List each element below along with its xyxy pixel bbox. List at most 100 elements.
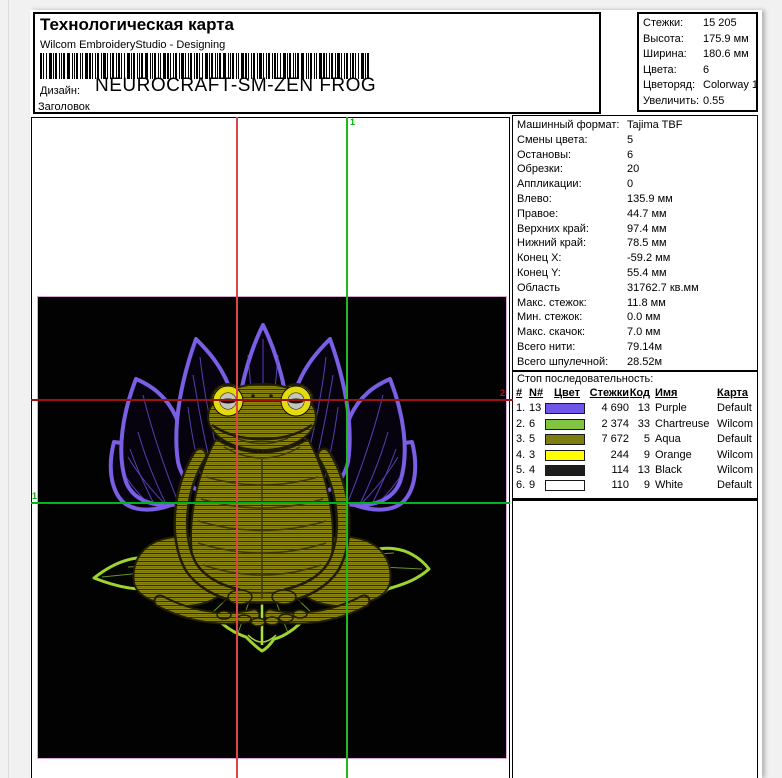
- machine-row: Верхних край: 97.4 мм: [513, 222, 757, 237]
- column-header: Стежки: [589, 386, 629, 401]
- stop-table-row: 3.57 6725AquaDefault: [513, 432, 757, 447]
- cell: 7 672: [589, 432, 629, 447]
- row-label: Обрезки:: [517, 162, 563, 177]
- guide-green-vertical: [346, 117, 348, 778]
- row-label: Всего шпулечной:: [517, 355, 608, 370]
- barcode-bar: [92, 53, 93, 79]
- design-preview-box: [31, 117, 510, 778]
- machine-row: Макс. скачок:7.0 мм: [513, 325, 757, 340]
- start-marker-top: 1: [350, 118, 355, 127]
- summary-row: Увеличить:0.55: [639, 94, 756, 110]
- color-cell: [545, 448, 589, 463]
- cell: 4: [529, 463, 545, 478]
- color-cell: [545, 432, 589, 447]
- cell: Default: [709, 432, 757, 447]
- cell: Purple: [650, 401, 709, 416]
- row-value: 6: [703, 63, 709, 79]
- row-value: 20: [627, 162, 639, 177]
- row-label: Влево:: [517, 192, 552, 207]
- cell: 3.: [516, 432, 529, 447]
- column-header: Карта: [709, 386, 757, 401]
- machine-row: Всего шпулечной:28.52м: [513, 355, 757, 370]
- row-value: -59.2 мм: [627, 251, 670, 266]
- barcode-bar: [63, 53, 65, 79]
- zen-frog-artwork: [38, 297, 506, 758]
- cell: 13: [629, 401, 650, 416]
- row-value: 79.14м: [627, 340, 662, 355]
- machine-row: Правое:44.7 мм: [513, 207, 757, 222]
- end-marker-right: 2: [500, 389, 505, 398]
- row-label: Макс. стежок:: [517, 296, 587, 311]
- cell: Orange: [650, 448, 709, 463]
- row-label: Область: [517, 281, 560, 296]
- row-label: Остановы:: [517, 148, 571, 163]
- row-value: 0: [627, 177, 633, 192]
- color-swatch: [545, 465, 585, 476]
- row-value: 15 205: [703, 16, 737, 32]
- summary-row: Цвета:6: [639, 63, 756, 79]
- machine-row: Смены цвета:5: [513, 133, 757, 148]
- row-value: 78.5 мм: [627, 236, 667, 251]
- barcode-bar: [49, 53, 52, 79]
- barcode-bar: [72, 53, 73, 79]
- header-box: Технологическая карта Wilcom EmbroideryS…: [33, 12, 601, 114]
- barcode-bar: [46, 53, 47, 79]
- frog-eye-left: [213, 386, 244, 417]
- color-cell: [545, 401, 589, 416]
- machine-row: Конец Y:55.4 мм: [513, 266, 757, 281]
- row-value: Colorway 1: [703, 78, 758, 94]
- barcode-bar: [80, 53, 81, 79]
- row-value: 175.9 мм: [703, 32, 749, 48]
- start-marker-left: 1: [32, 492, 37, 501]
- cell: 9: [629, 478, 650, 493]
- cell: 13: [529, 401, 545, 416]
- row-label: Конец X:: [517, 251, 561, 266]
- row-label: Стежки:: [643, 16, 683, 32]
- color-cell: [545, 417, 589, 432]
- column-header: Цвет: [545, 386, 589, 401]
- pane-edge: [8, 0, 9, 778]
- row-value: 31762.7 кв.мм: [627, 281, 699, 296]
- separator-thick: [513, 498, 757, 501]
- print-preview-stage: Технологическая карта Wilcom EmbroideryS…: [0, 0, 782, 778]
- row-value: 180.6 мм: [703, 47, 749, 63]
- color-swatch: [545, 450, 585, 461]
- cell: Default: [709, 401, 757, 416]
- cell: 4 690: [589, 401, 629, 416]
- app-subtitle: Wilcom EmbroideryStudio - Designing: [40, 39, 225, 51]
- stop-sequence-table: #N#ЦветСтежкиКодИмяКарта1.134 69013Purpl…: [513, 386, 757, 494]
- row-label: Увеличить:: [643, 94, 699, 110]
- row-value: 0.0 мм: [627, 310, 660, 325]
- machine-info: Машинный формат:Tajima TBFСмены цвета:5О…: [513, 116, 757, 370]
- cell: Default: [709, 478, 757, 493]
- machine-row: Обрезки: 20: [513, 162, 757, 177]
- cell: 5: [529, 432, 545, 447]
- info-panel: Машинный формат:Tajima TBFСмены цвета:5О…: [512, 115, 758, 778]
- cell: 5: [629, 432, 650, 447]
- cell: 110: [589, 478, 629, 493]
- cell: 1.: [516, 401, 529, 416]
- cell: Wilcom: [709, 417, 757, 432]
- summary-row: Стежки: 15 205: [639, 16, 756, 32]
- cell: 9: [529, 478, 545, 493]
- row-value: 97.4 мм: [627, 222, 667, 237]
- cell: 2.: [516, 417, 529, 432]
- row-value: 7.0 мм: [627, 325, 660, 340]
- color-cell: [545, 478, 589, 493]
- barcode-bar: [43, 53, 44, 79]
- barcode-bar: [85, 53, 88, 79]
- stop-table-row: 4.32449OrangeWilcom: [513, 448, 757, 463]
- guide-green-horizontal: [31, 502, 510, 504]
- column-header: Имя: [650, 386, 709, 401]
- guide-red-vertical: [236, 117, 238, 778]
- machine-row: Всего нити:79.14м: [513, 340, 757, 355]
- design-preview: [38, 297, 506, 758]
- cell: 6.: [516, 478, 529, 493]
- column-header: N#: [529, 386, 545, 401]
- stop-table-row: 2.62 37433ChartreuseWilcom: [513, 417, 757, 432]
- row-label: Конец Y:: [517, 266, 561, 281]
- row-label: Аппликации:: [517, 177, 582, 192]
- cell: 13: [629, 463, 650, 478]
- guide-red-horizontal: [31, 399, 513, 401]
- row-label: Верхних край:: [517, 222, 589, 237]
